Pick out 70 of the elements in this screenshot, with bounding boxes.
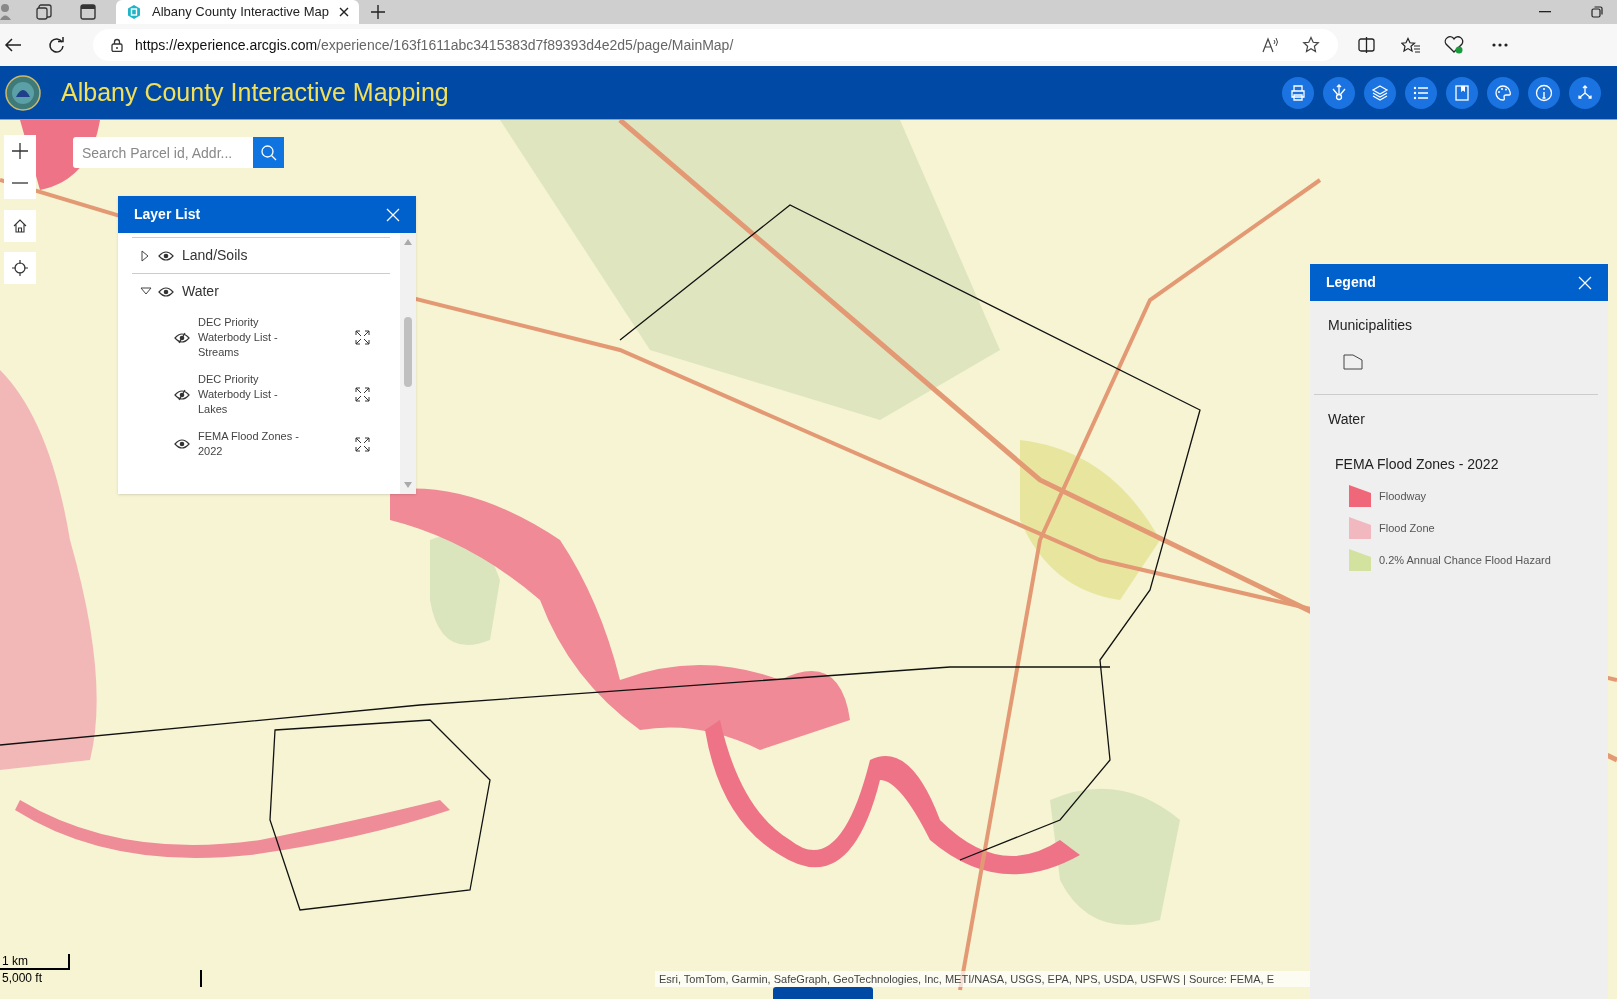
panel-title: Layer List — [134, 205, 201, 224]
palette-button[interactable] — [1487, 76, 1519, 109]
scale-bar: 1 km — [0, 954, 70, 970]
layer-name[interactable]: DEC Priority Waterbody List - Lakes — [198, 372, 308, 417]
tab-actions-icon[interactable] — [80, 4, 96, 20]
more-icon[interactable] — [1492, 43, 1508, 47]
legend-section-title: Municipalities — [1328, 316, 1414, 335]
attribution-text: Esri, TomTom, Garmin, SafeGraph, GeoTechnologies, Inc, METI/NASA, USGS, EPA, NPS, USDA, USFWS | Source: FEMA, E — [655, 971, 1310, 987]
share-button[interactable] — [1569, 76, 1601, 109]
polygon-outline-icon — [1343, 354, 1363, 370]
address-bar[interactable]: https://experience.arcgis.com/experience/163f1611abc3415383d7f89393d4e2d5/page/MainMap/ — [93, 29, 1338, 61]
legend-label: Floodway — [1379, 488, 1427, 504]
legend-label: 0.2% Annual Chance Flood Hazard — [1379, 552, 1551, 568]
lock-icon — [111, 38, 123, 52]
bookmark-icon — [1452, 82, 1472, 103]
palette-icon — [1493, 82, 1513, 103]
hidden-eye-icon[interactable] — [174, 331, 190, 344]
tab-title: Albany County Interactive Map — [151, 3, 329, 22]
layer-name[interactable]: Land/Soils — [182, 245, 248, 266]
health-icon[interactable] — [1444, 36, 1464, 54]
panel-title: Legend — [1326, 273, 1376, 292]
eye-icon[interactable] — [174, 438, 190, 450]
search-icon — [260, 144, 277, 161]
eye-icon[interactable] — [158, 285, 174, 298]
legend-label: Flood Zone — [1379, 520, 1435, 536]
locate-button[interactable] — [4, 252, 36, 284]
county-seal-icon — [5, 74, 41, 111]
zoom-in-icon[interactable] — [12, 143, 28, 159]
zoom-to-icon[interactable] — [355, 436, 370, 452]
hidden-eye-icon[interactable] — [174, 388, 190, 401]
refresh-icon[interactable] — [48, 36, 65, 54]
zoom-to-icon[interactable] — [355, 330, 370, 345]
favorite-star-icon[interactable] — [1302, 36, 1320, 54]
url-text: https://experience.arcgis.com/experience/163f1611abc3415383d7f89393d4e2d5/page/MainMap/ — [135, 35, 734, 55]
layer-name[interactable]: DEC Priority Waterbody List - Streams — [198, 315, 308, 360]
layers-button[interactable] — [1364, 76, 1396, 109]
zoom-to-icon[interactable] — [355, 387, 370, 402]
layer-name[interactable]: Water — [182, 281, 219, 302]
scrollbar-thumb[interactable] — [404, 317, 412, 387]
site-icon — [126, 4, 142, 20]
search-field[interactable]: Search Parcel id, Addr... — [73, 137, 253, 168]
scale-bar: 5,000 ft — [0, 970, 202, 987]
print-button[interactable] — [1282, 76, 1314, 109]
scrollbar[interactable] — [400, 233, 416, 494]
info-icon — [1534, 82, 1554, 103]
legend-layer-title: FEMA Flood Zones - 2022 — [1335, 455, 1500, 474]
search-button[interactable] — [253, 137, 284, 168]
restore-icon[interactable] — [1591, 6, 1603, 18]
bookmark-button[interactable] — [1446, 76, 1478, 109]
close-icon[interactable] — [339, 7, 349, 17]
favorites-icon[interactable] — [1401, 36, 1420, 54]
split-screen-icon[interactable] — [1358, 37, 1375, 53]
layer-name[interactable]: FEMA Flood Zones - 2022 — [198, 429, 308, 459]
bottom-panel-handle[interactable] — [773, 987, 873, 999]
browser-tab[interactable]: Albany County Interactive Map — [116, 0, 359, 24]
home-button[interactable] — [4, 210, 36, 242]
back-icon[interactable] — [4, 37, 22, 53]
crosshair-icon — [12, 260, 28, 276]
new-tab-icon[interactable] — [371, 5, 385, 19]
app-title: Albany County Interactive Mapping — [61, 76, 449, 108]
print-icon — [1288, 82, 1308, 103]
workspaces-icon[interactable] — [36, 3, 54, 21]
home-icon — [13, 219, 27, 233]
info-button[interactable] — [1528, 76, 1560, 109]
read-aloud-icon[interactable] — [1262, 37, 1280, 53]
legend-section-title: Water — [1328, 410, 1366, 429]
eye-icon[interactable] — [158, 249, 174, 262]
list-button[interactable] — [1405, 76, 1437, 109]
analysis-button[interactable] — [1323, 76, 1355, 109]
minimize-icon[interactable] — [1539, 11, 1551, 13]
